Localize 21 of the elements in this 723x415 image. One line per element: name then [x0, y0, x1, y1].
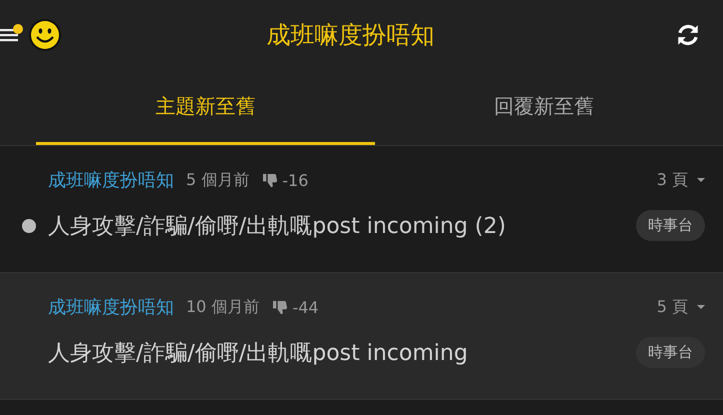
tab[interactable]: 回覆新至舊: [374, 70, 713, 145]
caret-icon[interactable]: [697, 304, 705, 310]
category-tag[interactable]: 時事台: [636, 210, 705, 241]
category-tag[interactable]: 時事台: [636, 337, 705, 368]
author-link[interactable]: 成班嘛度扮唔知: [48, 168, 174, 192]
caret-icon[interactable]: [697, 178, 705, 182]
refresh-icon[interactable]: [675, 22, 701, 48]
page-selector[interactable]: 3 頁: [656, 170, 688, 190]
page-selector[interactable]: 5 頁: [656, 296, 688, 318]
post-time: 5 個月前: [186, 170, 250, 190]
page-title: 成班嘛度扮唔知: [266, 20, 434, 51]
smiley-icon[interactable]: [28, 18, 62, 52]
thread-title[interactable]: 人身攻擊/詐騙/偷嘢/出軌嘅post incoming: [48, 338, 468, 368]
score-count: -16: [282, 170, 308, 190]
thumbs-down-icon: [263, 172, 278, 188]
thread-row[interactable]: 成班嘛度扮唔知 10 個月前 -44 5 頁 人身攻擊/詐騙/偷嘢/出軌嘅post incoming 時事台: [0, 273, 723, 400]
author-link[interactable]: 成班嘛度扮唔知: [48, 295, 174, 319]
score-count: -44: [292, 298, 319, 316]
thread-title[interactable]: 人身攻擊/詐騙/偷嘢/出軌嘅post incoming (2): [48, 210, 506, 240]
thumbs-down-icon: [273, 300, 288, 314]
post-time: 10 個月前: [186, 296, 260, 318]
